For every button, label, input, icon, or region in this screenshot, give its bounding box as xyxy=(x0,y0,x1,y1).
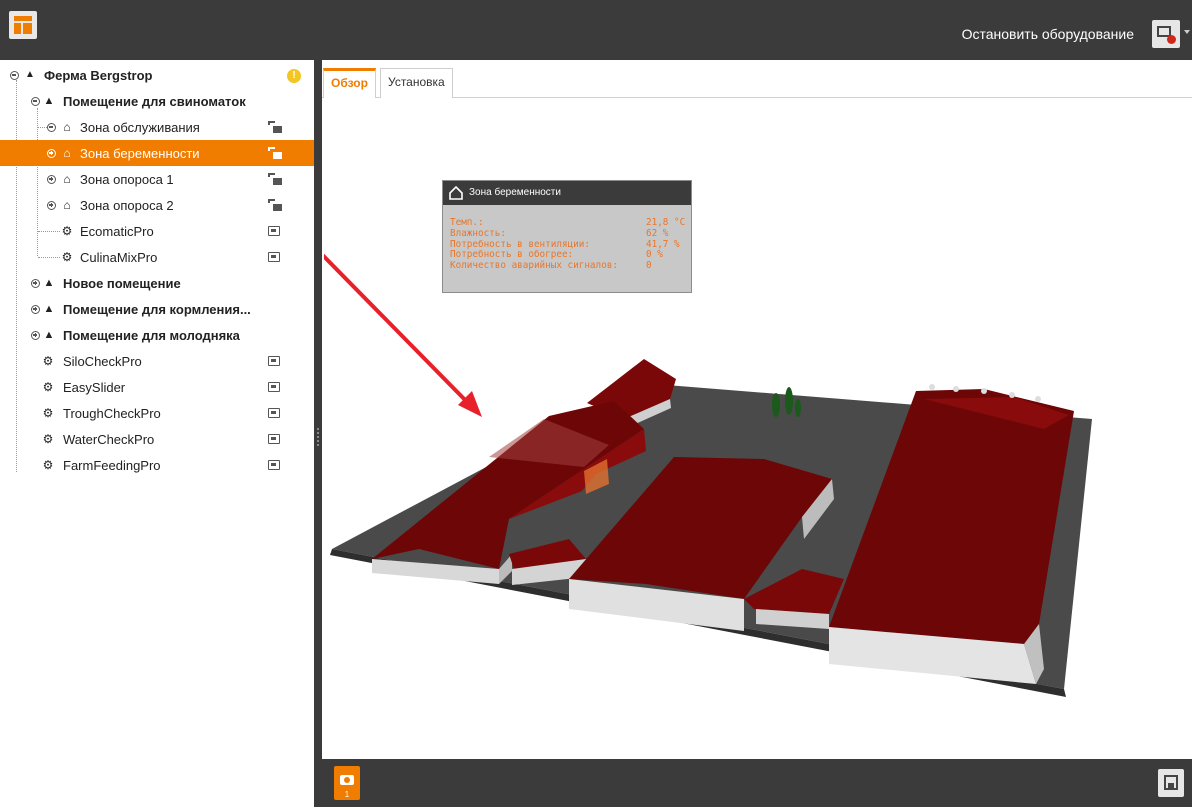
info-row-humidity: Влажность: 62 % xyxy=(450,227,669,239)
navigation-tree: ▲ Ферма Bergstrop ! ▲ Помещение для свин… xyxy=(0,60,314,807)
tab-bar: Обзор Установка xyxy=(322,60,1192,98)
device-panel-icon[interactable] xyxy=(268,434,280,444)
info-row-alarms: Количество аварийных сигналов: 0 xyxy=(450,260,652,272)
device-panel-icon[interactable] xyxy=(268,408,280,418)
tree-item-label: Зона беременности xyxy=(80,145,200,161)
tree-item-zone[interactable]: ⌂ Зона обслуживания xyxy=(0,114,314,140)
tree-item-label: Новое помещение xyxy=(63,275,181,291)
tree-item-device[interactable]: ⚙ WaterCheckPro xyxy=(0,426,314,452)
tab-setup[interactable]: Установка xyxy=(380,68,453,98)
tree-item-label: EasySlider xyxy=(63,379,126,395)
device-panel-icon[interactable] xyxy=(268,252,280,262)
tree-item-device[interactable]: ⚙ CulinaMixPro xyxy=(0,244,314,270)
gear-icon: ⚙ xyxy=(42,432,54,446)
zone-icon: ⌂ xyxy=(63,146,71,160)
camera-button[interactable]: 1 xyxy=(334,766,360,800)
tree-item-device[interactable]: ⚙ FarmFeedingPro xyxy=(0,452,314,478)
room-icon: ▲ xyxy=(43,277,55,289)
tree-item-zone-selected[interactable]: ⌂ Зона беременности xyxy=(0,140,314,166)
tree-item-device[interactable]: ⚙ TroughCheckPro xyxy=(0,400,314,426)
tree-item-label: WaterCheckPro xyxy=(63,431,155,447)
save-button[interactable] xyxy=(1158,769,1184,797)
equipment-status-icon[interactable] xyxy=(1152,20,1180,48)
gear-icon: ⚙ xyxy=(61,250,73,264)
expand-icon[interactable] xyxy=(31,278,40,288)
device-panel-icon[interactable] xyxy=(268,460,280,470)
zone-info-header: Зона беременности xyxy=(443,181,691,205)
tree-item-label: Ферма Bergstrop xyxy=(44,67,153,83)
tree-item-room[interactable]: ▲ Помещение для кормления... xyxy=(0,296,314,322)
floppy-disk-icon xyxy=(1164,775,1178,790)
tab-overview[interactable]: Обзор xyxy=(323,68,376,98)
gear-icon: ⚙ xyxy=(42,458,54,472)
gear-icon: ⚙ xyxy=(61,224,73,238)
zone-action-icon[interactable] xyxy=(268,173,282,185)
tree-item-device[interactable]: ⚙ EasySlider xyxy=(0,374,314,400)
collapse-icon[interactable] xyxy=(31,96,40,106)
tree-item-farm[interactable]: ▲ Ферма Bergstrop ! xyxy=(0,62,314,88)
expand-icon[interactable] xyxy=(47,148,56,158)
tree-item-zone[interactable]: ⌂ Зона опороса 2 xyxy=(0,192,314,218)
tree-icon xyxy=(795,399,801,417)
tree-item-device[interactable]: ⚙ EcomaticPro xyxy=(0,218,314,244)
tree-item-label: CulinaMixPro xyxy=(80,249,158,265)
camera-count-badge: 1 xyxy=(344,790,350,799)
zone-action-icon[interactable] xyxy=(268,199,282,211)
expand-icon[interactable] xyxy=(47,122,56,132)
tree-item-room[interactable]: ▲ Новое помещение xyxy=(0,270,314,296)
gear-icon: ⚙ xyxy=(42,406,54,420)
zone-icon: ⌂ xyxy=(63,120,71,134)
room-icon: ▲ xyxy=(43,329,55,341)
gear-icon: ⚙ xyxy=(42,354,54,368)
collapse-icon[interactable] xyxy=(10,70,19,80)
zone-info-title: Зона беременности xyxy=(469,187,561,198)
zone-info-tooltip: Зона беременности Темп.: 21,8 °C Влажност… xyxy=(442,180,692,293)
tree-item-label: TroughCheckPro xyxy=(63,405,161,421)
room-icon: ▲ xyxy=(43,303,55,315)
bottom-toolbar: 1 xyxy=(322,759,1192,807)
tree-item-label: Зона обслуживания xyxy=(80,119,200,135)
gear-icon: ⚙ xyxy=(42,380,54,394)
zone-action-icon[interactable] xyxy=(268,147,282,159)
room-icon: ▲ xyxy=(43,95,55,107)
zone-action-icon[interactable] xyxy=(268,121,282,133)
main-panel: Обзор Установка 1 xyxy=(322,60,1192,807)
farm-icon: ▲ xyxy=(25,69,35,80)
chevron-down-icon[interactable] xyxy=(1184,30,1190,34)
zone-icon xyxy=(449,186,463,200)
tree-item-room[interactable]: ▲ Помещение для молодняка xyxy=(0,322,314,348)
panel-splitter[interactable] xyxy=(314,60,322,807)
expand-icon[interactable] xyxy=(31,330,40,340)
expand-icon[interactable] xyxy=(47,200,56,210)
device-panel-icon[interactable] xyxy=(268,382,280,392)
tree-icon xyxy=(785,387,793,415)
tree-item-zone[interactable]: ⌂ Зона опороса 1 xyxy=(0,166,314,192)
tree-item-label: Зона опороса 2 xyxy=(80,197,174,213)
alert-icon[interactable]: ! xyxy=(287,69,301,83)
tree-icon xyxy=(772,393,780,417)
tree-item-label: EcomaticPro xyxy=(80,223,154,239)
expand-icon[interactable] xyxy=(47,174,56,184)
expand-icon[interactable] xyxy=(31,304,40,314)
device-panel-icon[interactable] xyxy=(268,226,280,236)
tree-item-label: Зона опороса 1 xyxy=(80,171,174,187)
splitter-grip-icon[interactable] xyxy=(317,428,319,446)
zone-icon: ⌂ xyxy=(63,172,71,186)
zone-icon: ⌂ xyxy=(63,198,71,212)
tree-item-device[interactable]: ⚙ SiloCheckPro xyxy=(0,348,314,374)
tree-item-label: Помещение для кормления... xyxy=(63,301,251,317)
tree-item-label: FarmFeedingPro xyxy=(63,457,161,473)
device-panel-icon[interactable] xyxy=(268,356,280,366)
app-logo-icon[interactable] xyxy=(9,11,37,39)
tree-item-label: Помещение для молодняка xyxy=(63,327,240,343)
tree-item-label: SiloCheckPro xyxy=(63,353,142,369)
top-bar: Остановить оборудование xyxy=(0,0,1192,60)
zone-info-rows: Темп.: 21,8 °C Влажность: 62 % Потребность… xyxy=(450,217,686,272)
tree-item-room[interactable]: ▲ Помещение для свиноматок xyxy=(0,88,314,114)
stop-equipment-button[interactable]: Остановить оборудование xyxy=(962,26,1134,42)
tree-item-label: Помещение для свиноматок xyxy=(63,93,246,109)
